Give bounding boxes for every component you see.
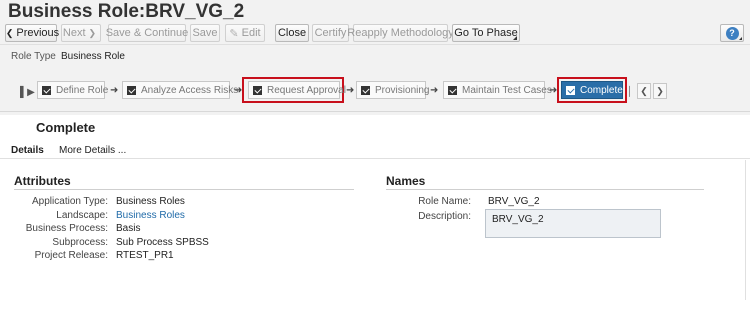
description-label: Description: bbox=[418, 211, 471, 222]
next-button[interactable]: Next ❯ bbox=[61, 24, 101, 42]
phase-define-role[interactable]: Define Role bbox=[37, 81, 109, 99]
tab-details[interactable]: Details bbox=[11, 145, 44, 156]
role-name-value: BRV_VG_2 bbox=[488, 196, 540, 207]
phase-bar: ▌▶ Define Role ➜ Analyze Access Risks ➜ … bbox=[0, 76, 750, 108]
phase-label: Maintain Test Cases bbox=[462, 84, 552, 96]
subprocess-label: Subprocess: bbox=[52, 237, 108, 248]
role-name-label: Role Name: bbox=[418, 196, 471, 207]
phase-label: Complete bbox=[580, 84, 623, 96]
phase-label: Define Role bbox=[56, 84, 109, 96]
phase-provisioning[interactable]: Provisioning bbox=[356, 81, 430, 99]
role-type-value: Business Role bbox=[61, 51, 125, 62]
edit-button[interactable]: ✎ Edit bbox=[225, 24, 265, 42]
phase-start-icon: ▌▶ bbox=[20, 87, 35, 98]
reapply-label: Reapply Methodology bbox=[347, 27, 454, 39]
certify-label: Certify bbox=[314, 27, 347, 39]
save-button[interactable]: Save bbox=[190, 24, 220, 42]
close-button[interactable]: Close bbox=[275, 24, 309, 42]
scroll-left-button[interactable]: ❮ bbox=[637, 83, 651, 99]
divider bbox=[0, 111, 750, 112]
chevron-right-icon: ❯ bbox=[88, 27, 97, 38]
application-type-label: Application Type: bbox=[32, 196, 108, 207]
page-title: Business Role:BRV_VG_2 bbox=[8, 1, 245, 22]
application-type-value: Business Roles bbox=[116, 196, 185, 207]
section-title: Complete bbox=[36, 120, 96, 135]
divider bbox=[0, 158, 750, 159]
arrow-right-icon: ➜ bbox=[110, 85, 119, 96]
previous-button-label: Previous bbox=[16, 27, 60, 39]
previous-button[interactable]: ❮ Previous bbox=[5, 24, 60, 42]
save-continue-button[interactable]: Save & Continue bbox=[105, 24, 189, 42]
reapply-methodology-button[interactable]: Reapply Methodology bbox=[347, 24, 454, 42]
role-type-label: Role Type bbox=[11, 51, 56, 62]
business-process-value: Basis bbox=[116, 223, 141, 234]
dropdown-corner-icon bbox=[513, 36, 517, 40]
save-label: Save bbox=[192, 27, 218, 39]
phase-request-approval[interactable]: Request Approval bbox=[248, 81, 346, 99]
dropdown-corner-icon bbox=[739, 37, 742, 40]
chevron-left-icon: ❮ bbox=[640, 85, 648, 96]
tab-more-details[interactable]: More Details ... bbox=[59, 145, 126, 156]
save-continue-label: Save & Continue bbox=[105, 27, 189, 39]
next-button-label: Next bbox=[62, 27, 86, 39]
business-process-label: Business Process: bbox=[25, 223, 108, 234]
chevron-right-icon: ❯ bbox=[656, 85, 664, 96]
checkbox-icon bbox=[253, 85, 262, 95]
close-label: Close bbox=[277, 27, 307, 39]
checkbox-icon bbox=[42, 85, 51, 95]
scroll-right-button[interactable]: ❯ bbox=[653, 83, 667, 99]
subprocess-value: Sub Process SPBSS bbox=[116, 237, 209, 248]
arrow-right-icon: ➜ bbox=[430, 85, 439, 96]
chevron-left-icon: ❮ bbox=[5, 27, 14, 38]
page-header: Business Role:BRV_VG_2 ❮ Previous Next ❯… bbox=[0, 0, 750, 45]
go-to-phase-button[interactable]: Go To Phase bbox=[452, 24, 520, 42]
attributes-title: Attributes bbox=[14, 174, 71, 188]
certify-button[interactable]: Certify bbox=[312, 24, 349, 42]
arrow-right-icon: ➜ bbox=[346, 85, 355, 96]
help-button[interactable]: ? bbox=[720, 24, 744, 42]
phase-label: Request Approval bbox=[267, 84, 346, 96]
edit-label: Edit bbox=[241, 27, 261, 39]
phase-maintain-test-cases[interactable]: Maintain Test Cases bbox=[443, 81, 552, 99]
phase-end-icon: │ bbox=[627, 86, 633, 96]
phase-label: Provisioning bbox=[375, 84, 430, 96]
phase-complete[interactable]: Complete bbox=[561, 81, 623, 99]
checkbox-icon bbox=[361, 85, 370, 95]
checkbox-icon bbox=[566, 85, 575, 95]
phase-label: Analyze Access Risks bbox=[141, 84, 239, 96]
divider bbox=[14, 189, 354, 190]
project-release-label: Project Release: bbox=[34, 250, 108, 261]
names-title: Names bbox=[386, 174, 426, 188]
landscape-link[interactable]: Business Roles bbox=[116, 210, 185, 221]
go-to-phase-label: Go To Phase bbox=[454, 27, 518, 39]
landscape-label: Landscape: bbox=[56, 210, 108, 221]
divider bbox=[745, 160, 746, 300]
checkbox-icon bbox=[127, 85, 136, 95]
phase-analyze-access-risks[interactable]: Analyze Access Risks bbox=[122, 81, 238, 99]
project-release-value: RTEST_PR1 bbox=[116, 250, 174, 261]
divider bbox=[386, 189, 704, 190]
checkbox-icon bbox=[448, 85, 457, 95]
help-icon: ? bbox=[725, 26, 739, 40]
pencil-icon: ✎ bbox=[229, 27, 239, 40]
description-field[interactable]: BRV_VG_2 bbox=[485, 209, 661, 238]
